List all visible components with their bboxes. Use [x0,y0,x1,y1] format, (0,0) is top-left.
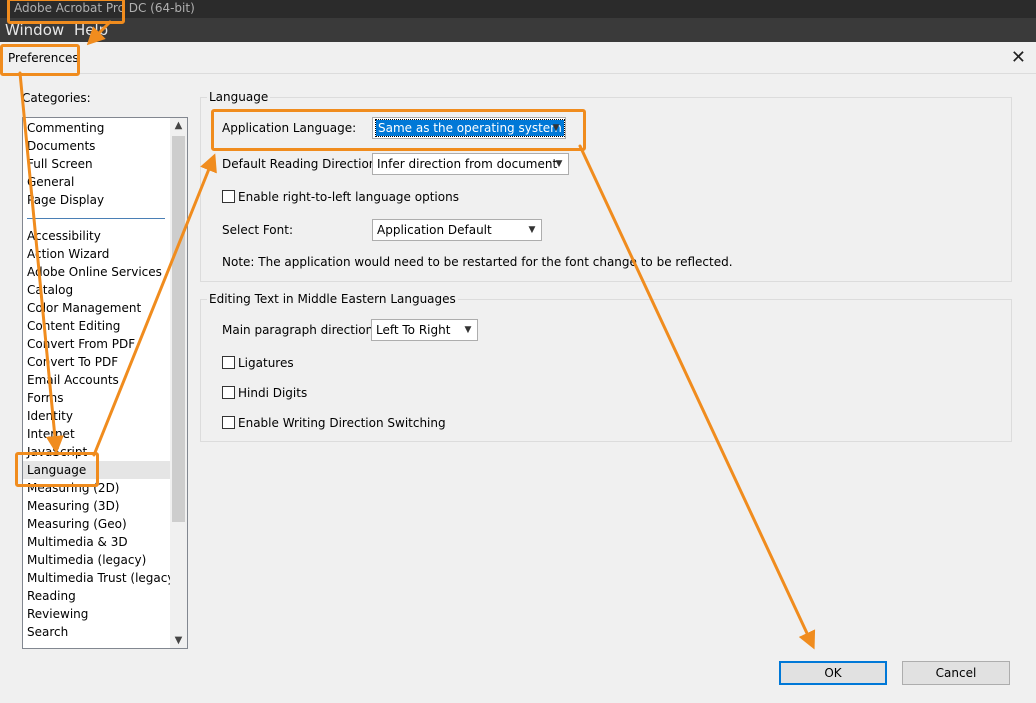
list-item[interactable]: Full Screen [27,155,93,173]
app-titlebar: Adobe Acrobat Pro DC (64-bit) [0,0,1036,18]
list-item[interactable]: Convert To PDF [27,353,118,371]
paragraph-direction-value: Left To Right [376,323,451,337]
paragraph-direction-label: Main paragraph direction: [222,323,378,337]
list-item[interactable]: Identity [27,407,73,425]
ok-button[interactable]: OK [779,661,887,685]
reading-direction-label: Default Reading Direction: [222,157,381,171]
reading-direction-select[interactable]: Infer direction from document ▼ [372,153,569,175]
ligatures-label: Ligatures [238,356,294,370]
list-item[interactable]: Content Editing [27,317,120,335]
writing-direction-label: Enable Writing Direction Switching [238,416,446,430]
list-item[interactable]: Catalog [27,281,73,299]
list-divider [27,218,165,219]
list-item[interactable]: Reading [27,587,76,605]
list-item[interactable]: Reviewing [27,605,88,623]
ligatures-checkbox[interactable] [222,356,235,369]
list-item[interactable]: Multimedia Trust (legacy) [27,569,179,587]
list-item[interactable]: Accessibility [27,227,101,245]
annotation-highlight-title [7,0,125,24]
paragraph-direction-select[interactable]: Left To Right ▼ [371,319,478,341]
menubar: Window Help [0,18,1036,42]
list-item[interactable]: Adobe Online Services [27,263,162,281]
list-item[interactable]: General [27,173,74,191]
list-item[interactable]: Multimedia & 3D [27,533,128,551]
list-item[interactable]: Convert From PDF [27,335,135,353]
annotation-highlight-app-language [211,109,586,151]
hindi-digits-checkbox[interactable] [222,386,235,399]
writing-direction-checkbox[interactable] [222,416,235,429]
scroll-thumb[interactable] [172,136,185,522]
categories-list[interactable]: Commenting Documents Full Screen General… [22,117,188,649]
close-icon[interactable]: ✕ [1011,47,1026,68]
restart-note: Note: The application would need to be r… [222,255,733,269]
hindi-digits-label: Hindi Digits [238,386,308,400]
scroll-up-icon[interactable]: ▲ [170,120,187,131]
annotation-highlight-language [15,452,99,487]
scroll-down-icon[interactable]: ▼ [170,635,187,646]
dialog-header: Preferences ✕ [0,42,1036,74]
list-item[interactable]: Internet [27,425,75,443]
list-item[interactable]: Search [27,623,68,641]
list-item[interactable]: Multimedia (legacy) [27,551,146,569]
reading-direction-value: Infer direction from document [377,157,558,171]
list-item[interactable]: Action Wizard [27,245,109,263]
font-select[interactable]: Application Default ▼ [372,219,542,241]
list-item[interactable]: Forms [27,389,63,407]
list-item[interactable]: Email Accounts [27,371,119,389]
middle-east-group-title: Editing Text in Middle Eastern Languages [207,292,458,306]
annotation-highlight-preferences [0,44,80,76]
cancel-button[interactable]: Cancel [902,661,1010,685]
list-item[interactable]: Documents [27,137,95,155]
rtl-checkbox[interactable] [222,190,235,203]
list-item[interactable]: Commenting [27,119,104,137]
chevron-down-icon: ▼ [464,325,472,335]
categories-label: Categories: [22,91,91,105]
language-group-title: Language [207,90,271,104]
list-item[interactable]: Color Management [27,299,141,317]
select-font-label: Select Font: [222,223,294,237]
list-item[interactable]: Measuring (Geo) [27,515,127,533]
rtl-label: Enable right-to-left language options [238,190,459,204]
chevron-down-icon: ▼ [555,159,563,169]
list-item[interactable]: Page Display [27,191,104,209]
font-value: Application Default [377,223,492,237]
chevron-down-icon: ▼ [528,225,536,235]
list-scrollbar[interactable]: ▲ ▼ [170,118,187,648]
list-item[interactable]: Measuring (3D) [27,497,120,515]
